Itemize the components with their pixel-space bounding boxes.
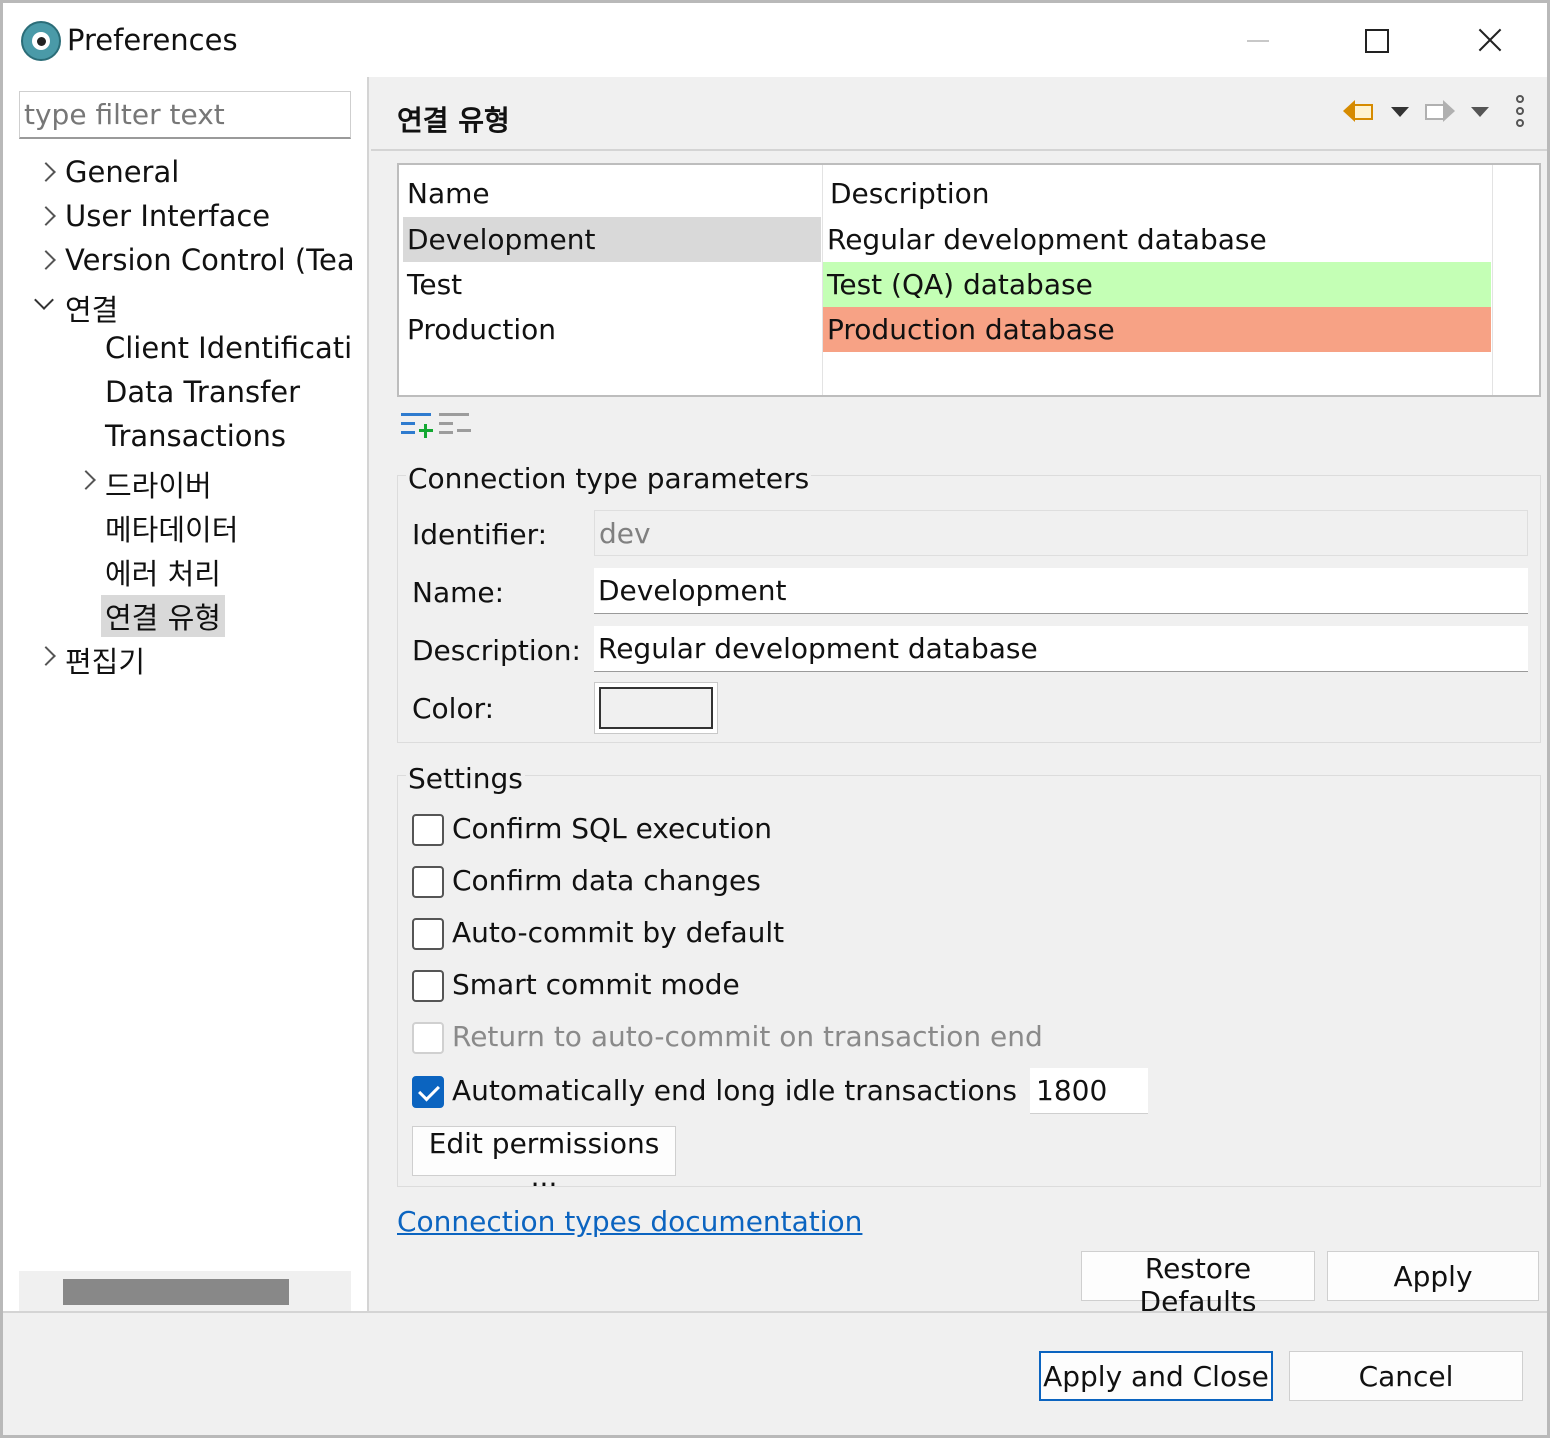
- tree-item-client-identification[interactable]: Client Identificatio: [3, 327, 353, 371]
- group-title: Settings: [406, 762, 525, 795]
- tree-item-label: 연결 유형: [101, 595, 225, 637]
- edit-permissions-button[interactable]: Edit permissions ...: [412, 1126, 676, 1193]
- restore-defaults-button[interactable]: Restore Defaults: [1081, 1251, 1315, 1318]
- back-arrow-icon[interactable]: [1341, 97, 1375, 127]
- dialog-button-bar: Apply and Close Cancel: [3, 1311, 1547, 1435]
- chevron-right-icon[interactable]: [37, 245, 59, 275]
- tree-item-label: 드라이버: [105, 469, 212, 503]
- filter-input[interactable]: [19, 91, 351, 139]
- color-label: Color:: [412, 692, 495, 725]
- chevron-right-icon[interactable]: [37, 157, 59, 187]
- preferences-tree: General User Interface Version Control (…: [3, 151, 353, 679]
- name-label: Name:: [412, 576, 505, 609]
- chevron-right-icon[interactable]: [37, 201, 59, 231]
- tree-item-label: Client Identificatio: [105, 331, 353, 365]
- page-header: 연결 유형: [371, 77, 1547, 151]
- app-logo-icon: [21, 21, 61, 61]
- forward-dropdown-icon[interactable]: [1471, 107, 1489, 117]
- checkbox-box[interactable]: [412, 866, 444, 898]
- preferences-window: Preferences General User Interface Versi…: [0, 0, 1550, 1438]
- table-row[interactable]: Production Production database: [399, 307, 1539, 352]
- checkbox-box[interactable]: [412, 970, 444, 1002]
- color-picker-button[interactable]: [594, 682, 718, 734]
- cell-description: Test (QA) database: [823, 262, 1491, 307]
- checkbox-label: Smart commit mode: [452, 968, 740, 1001]
- checkbox-label: Automatically end long idle transactions: [452, 1074, 1017, 1107]
- tree-item-transactions[interactable]: Transactions: [3, 415, 353, 459]
- forward-arrow-icon[interactable]: [1423, 97, 1457, 127]
- cancel-button[interactable]: Cancel: [1289, 1351, 1523, 1401]
- chevron-right-icon[interactable]: [37, 641, 59, 671]
- cell-name: Test: [407, 268, 463, 301]
- tree-item-label: Transactions: [105, 419, 287, 453]
- preferences-nav-pane: General User Interface Version Control (…: [3, 77, 369, 1311]
- settings-group: Settings Confirm SQL execution Confirm d…: [397, 762, 1541, 1193]
- tree-item-connection-types[interactable]: 연결 유형: [3, 591, 353, 637]
- description-field[interactable]: [594, 626, 1528, 672]
- tree-item-label: 편집기: [65, 645, 146, 679]
- chevron-right-icon[interactable]: [77, 465, 99, 495]
- scrollbar-thumb[interactable]: [63, 1279, 289, 1305]
- identifier-label: Identifier:: [412, 518, 548, 551]
- tree-item-error-handling[interactable]: 에러 처리: [3, 547, 353, 591]
- column-header-name[interactable]: Name: [407, 177, 490, 210]
- tree-item-data-transfer[interactable]: Data Transfer: [3, 371, 353, 415]
- add-connection-type-icon[interactable]: [401, 411, 433, 441]
- view-menu-icon[interactable]: [1511, 95, 1531, 129]
- checkbox-label: Auto-commit by default: [452, 916, 785, 949]
- cell-description: Production database: [823, 307, 1491, 352]
- connection-types-table[interactable]: Name Description Development Regular dev…: [397, 163, 1541, 397]
- close-button[interactable]: [1435, 3, 1545, 77]
- end-idle-transactions-checkbox[interactable]: Automatically end long idle transactions: [412, 1068, 1172, 1114]
- window-title: Preferences: [67, 23, 238, 57]
- tree-item-label: Data Transfer: [105, 375, 301, 409]
- apply-button[interactable]: Apply: [1327, 1251, 1539, 1301]
- tree-item-label: 에러 처리: [105, 557, 221, 591]
- checkbox-label: Confirm data changes: [452, 864, 761, 897]
- column-header-description[interactable]: Description: [830, 177, 989, 210]
- tree-item-label: Version Control (Tear: [65, 243, 353, 277]
- color-swatch: [599, 687, 713, 729]
- tree-item-label: 연결: [65, 293, 119, 327]
- checkbox-label: Confirm SQL execution: [452, 812, 773, 845]
- minimize-button[interactable]: [1203, 3, 1313, 77]
- chevron-down-icon[interactable]: [33, 289, 55, 319]
- table-row[interactable]: Development Regular development database: [399, 217, 1539, 262]
- tree-item-editors[interactable]: 편집기: [3, 635, 353, 679]
- tree-item-user-interface[interactable]: User Interface: [3, 195, 353, 239]
- identifier-field: [594, 510, 1528, 556]
- tree-item-label: General: [65, 155, 180, 189]
- connection-types-documentation-link[interactable]: Connection types documentation: [397, 1205, 862, 1238]
- tree-item-label: User Interface: [65, 199, 271, 233]
- remove-connection-type-icon[interactable]: [439, 411, 471, 441]
- back-dropdown-icon[interactable]: [1391, 107, 1409, 117]
- name-field[interactable]: [594, 568, 1528, 614]
- checkbox-box[interactable]: [412, 918, 444, 950]
- tree-item-metadata[interactable]: 메타데이터: [3, 503, 353, 547]
- table-row[interactable]: Test Test (QA) database: [399, 262, 1539, 307]
- tree-item-version-control[interactable]: Version Control (Tear: [3, 239, 353, 283]
- horizontal-scrollbar[interactable]: [19, 1271, 351, 1311]
- checkbox-box[interactable]: [412, 814, 444, 846]
- cell-name: Production: [407, 313, 556, 346]
- tree-item-drivers[interactable]: 드라이버: [3, 459, 353, 503]
- tree-item-label: 메타데이터: [105, 513, 239, 547]
- connection-parameters-group: Connection type parameters Identifier: N…: [397, 462, 1541, 743]
- cell-description: Regular development database: [823, 217, 1491, 262]
- group-title: Connection type parameters: [406, 462, 812, 495]
- maximize-button[interactable]: [1321, 3, 1431, 77]
- tree-item-general[interactable]: General: [3, 151, 353, 195]
- description-label: Description:: [412, 634, 581, 667]
- cell-name: Development: [403, 217, 821, 262]
- title-bar: Preferences: [3, 3, 1547, 77]
- checkbox-label: Return to auto-commit on transaction end: [452, 1020, 1043, 1053]
- checkbox-box: [412, 1022, 444, 1054]
- page-title: 연결 유형: [397, 104, 510, 137]
- tree-item-connection[interactable]: 연결: [3, 283, 353, 327]
- idle-timeout-input[interactable]: [1030, 1068, 1148, 1114]
- apply-and-close-button[interactable]: Apply and Close: [1039, 1351, 1273, 1401]
- checkbox-box[interactable]: [412, 1076, 444, 1108]
